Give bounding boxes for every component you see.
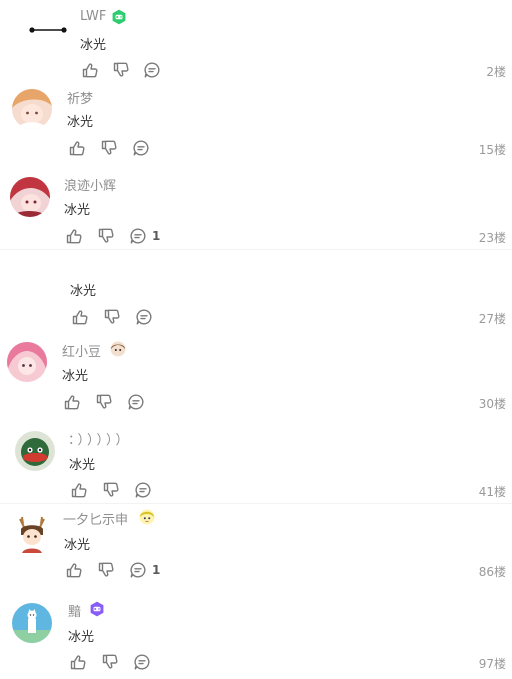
floor-number: 97楼 bbox=[478, 657, 506, 671]
reply-icon[interactable] bbox=[127, 393, 145, 411]
reply-icon[interactable] bbox=[129, 227, 147, 245]
comment-text: 冰光 bbox=[67, 115, 94, 130]
floor-number: 86楼 bbox=[478, 565, 506, 579]
reply-count[interactable]: 1 bbox=[152, 229, 160, 243]
reply-icon[interactable] bbox=[135, 308, 153, 326]
character-badge-icon bbox=[110, 341, 126, 357]
username[interactable]: 黯 bbox=[68, 601, 81, 620]
avatar[interactable] bbox=[7, 342, 47, 382]
reply-icon[interactable] bbox=[129, 561, 147, 579]
like-icon[interactable] bbox=[69, 653, 87, 671]
game-badge-icon bbox=[89, 601, 105, 617]
dislike-icon[interactable] bbox=[101, 653, 119, 671]
reply-icon[interactable] bbox=[134, 481, 152, 499]
like-icon[interactable] bbox=[68, 139, 86, 157]
character-badge-icon bbox=[139, 509, 155, 525]
username[interactable]: ：））））） bbox=[68, 429, 132, 448]
comment-item: 黯 冰光 97楼 bbox=[0, 592, 512, 679]
reply-icon[interactable] bbox=[132, 139, 150, 157]
avatar[interactable] bbox=[10, 177, 50, 217]
comment-item: 冰光 27楼 bbox=[0, 254, 512, 334]
comment-text: 冰光 bbox=[64, 538, 91, 553]
comment-text: 冰光 bbox=[70, 284, 97, 299]
floor-number: 2楼 bbox=[486, 65, 506, 79]
floor-number: 23楼 bbox=[478, 231, 506, 245]
floor-number: 27楼 bbox=[478, 312, 506, 326]
avatar[interactable] bbox=[12, 603, 52, 643]
comment-item: 祈梦 冰光 15楼 bbox=[0, 82, 512, 164]
username[interactable]: 祈梦 bbox=[67, 88, 93, 107]
like-icon[interactable] bbox=[65, 227, 83, 245]
avatar[interactable] bbox=[12, 513, 52, 553]
like-icon[interactable] bbox=[81, 61, 99, 79]
comment-text: 冰光 bbox=[69, 458, 96, 473]
dislike-icon[interactable] bbox=[102, 481, 120, 499]
dislike-icon[interactable] bbox=[97, 561, 115, 579]
comment-item: 一夕匕示申 冰光 1 86楼 bbox=[0, 504, 512, 592]
floor-number: 15楼 bbox=[478, 143, 506, 157]
comment-item: 浪迹小辉 冰光 1 23楼 bbox=[0, 164, 512, 254]
comment-item: 红小豆 冰光 30楼 bbox=[0, 334, 512, 420]
comment-text: 冰光 bbox=[62, 369, 89, 384]
reply-count[interactable]: 1 bbox=[152, 563, 160, 577]
dislike-icon[interactable] bbox=[103, 308, 121, 326]
comment-text: 冰光 bbox=[80, 38, 107, 53]
reply-icon[interactable] bbox=[133, 653, 151, 671]
username[interactable]: 浪迹小辉 bbox=[64, 175, 116, 194]
divider bbox=[0, 249, 512, 250]
like-icon[interactable] bbox=[71, 308, 89, 326]
comment-text: 冰光 bbox=[64, 203, 91, 218]
floor-number: 30楼 bbox=[478, 397, 506, 411]
floor-number: 41楼 bbox=[478, 485, 506, 499]
like-icon[interactable] bbox=[63, 393, 81, 411]
game-badge-icon bbox=[111, 9, 127, 25]
comment-text: 冰光 bbox=[68, 630, 95, 645]
comment-item: LWF 冰光 2楼 bbox=[0, 0, 512, 82]
dislike-icon[interactable] bbox=[112, 61, 130, 79]
dislike-icon[interactable] bbox=[100, 139, 118, 157]
username[interactable]: 红小豆 bbox=[62, 341, 101, 360]
username[interactable]: LWF bbox=[80, 9, 106, 24]
username[interactable]: 一夕匕示申 bbox=[63, 509, 128, 528]
avatar[interactable] bbox=[22, 10, 74, 50]
avatar[interactable] bbox=[15, 431, 55, 471]
reply-icon[interactable] bbox=[143, 61, 161, 79]
dislike-icon[interactable] bbox=[95, 393, 113, 411]
avatar[interactable] bbox=[12, 89, 52, 129]
like-icon[interactable] bbox=[65, 561, 83, 579]
dislike-icon[interactable] bbox=[97, 227, 115, 245]
comment-item: ：））））） 冰光 41楼 bbox=[0, 420, 512, 504]
like-icon[interactable] bbox=[70, 481, 88, 499]
